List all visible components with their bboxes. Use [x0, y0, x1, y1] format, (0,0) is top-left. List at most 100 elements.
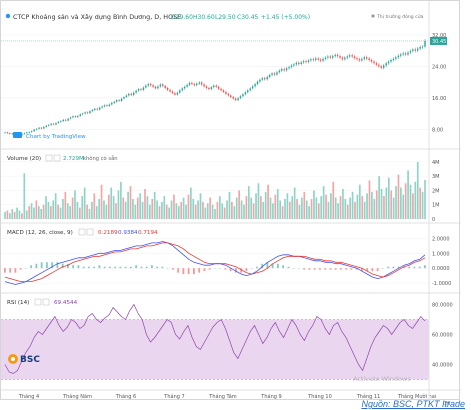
macd-hist-bar [418, 266, 421, 269]
volume-bar [163, 196, 166, 219]
macd-toggle-icon[interactable] [86, 228, 94, 236]
volume-bar [168, 207, 170, 219]
volume-bar [91, 201, 93, 219]
candle-body [120, 98, 123, 101]
candle-body [174, 93, 176, 95]
volume-bar [134, 204, 137, 219]
candle-body [373, 61, 375, 64]
rsi-settings-icon[interactable] [34, 298, 42, 306]
volume-bar [424, 180, 426, 219]
volume-bar [103, 200, 105, 219]
volume-tick-label: 3M [432, 174, 440, 180]
macd-hist-bar [371, 268, 374, 272]
candle-body [30, 131, 33, 133]
price-axis: 32.0024.0016.008.0030.45 [430, 33, 447, 133]
chart-title: CTCP Khoáng sản và Xây dựng Bình Dương, … [13, 13, 181, 21]
candle-body [193, 84, 196, 86]
candle-body [115, 100, 118, 102]
volume-bar [228, 191, 231, 219]
macd-hist-bar [334, 268, 337, 270]
candle-body [125, 95, 128, 98]
volume-bar [322, 186, 325, 219]
candle-body [295, 62, 298, 65]
volume-bar [358, 184, 361, 219]
time-tick-label: Tháng 6 [115, 393, 136, 400]
macd-hist-bar [145, 266, 148, 269]
volume-bar [245, 196, 248, 219]
candle-body [132, 92, 135, 96]
candle-body [96, 108, 98, 110]
candle-body [23, 133, 26, 134]
rsi-tick-label: 40.0000 [432, 363, 453, 369]
volume-bar [257, 183, 260, 219]
candle-body [186, 84, 188, 87]
candle-body [171, 91, 174, 94]
candle-body [210, 87, 213, 90]
candle-body [113, 101, 115, 103]
bsc-logo-inner-icon [11, 357, 15, 361]
volume-bar [122, 197, 125, 219]
candle-body [259, 79, 261, 82]
volume-bar [71, 197, 74, 219]
candle-body [254, 84, 256, 87]
candle-body [327, 56, 329, 58]
volume-bar [86, 204, 88, 219]
volume-settings-icon[interactable] [45, 154, 53, 162]
candle-body [108, 104, 111, 107]
tradingview-logo-icon [13, 132, 22, 138]
volume-bar [218, 196, 221, 219]
volume-toggle-icon[interactable] [53, 154, 61, 162]
macd-hist-bar [277, 263, 279, 269]
volume-tick-label: 4M [432, 160, 440, 166]
volume-bar [409, 184, 412, 219]
candle-body [276, 72, 278, 75]
candle-body [220, 88, 222, 91]
candle-body [419, 47, 421, 49]
macd-hist-bar [109, 266, 111, 269]
volume-tick-label: 0 [432, 217, 435, 223]
candle-body [123, 97, 125, 99]
candle-body [300, 62, 302, 64]
volume-bar [400, 187, 402, 219]
source-link[interactable]: Nguồn: BSC, PTKT Itrade [361, 399, 465, 409]
candle-body [227, 93, 230, 96]
volume-bar [419, 187, 422, 219]
volume-bar [272, 203, 274, 219]
volume-bar [74, 190, 76, 219]
candle-body [6, 132, 9, 134]
candle-body [266, 76, 268, 80]
macd-tick-label: 1.0000 [432, 251, 450, 257]
volume-bar [83, 187, 86, 219]
candle-body [94, 108, 96, 110]
volume-bar [120, 181, 122, 219]
volume-bar [404, 183, 407, 219]
macd-hist-bar [88, 266, 90, 269]
candle-body [336, 54, 339, 57]
macd-hist-bar [156, 266, 159, 269]
candle-body [179, 90, 181, 93]
candle-body [191, 82, 193, 85]
volume-bar [262, 201, 265, 219]
macd-hist-bar [30, 265, 33, 269]
candle-body [397, 55, 400, 58]
volume-bar [190, 187, 192, 219]
macd-hist-bar [287, 266, 290, 269]
volume-bar [238, 190, 240, 219]
macd-hist-bar [408, 266, 411, 269]
macd-hist-bar [392, 266, 395, 269]
volume-bar [407, 170, 409, 219]
volume-bar [332, 181, 335, 219]
candle-body [390, 60, 392, 62]
volume-bar [187, 194, 190, 219]
macd-hist-bar [224, 268, 227, 270]
macd-settings-icon[interactable] [78, 228, 86, 236]
volume-bar [383, 196, 385, 219]
candle-body [128, 93, 130, 96]
candle-body [380, 66, 383, 68]
rsi-toggle-icon[interactable] [42, 298, 50, 306]
candle-body [421, 46, 424, 48]
macd-pane: MACD (12, 26, close, 9) 0.2189 0.9384 0.… [1, 222, 461, 287]
volume-bar [25, 210, 28, 219]
rsi-axis: 80.0000 60.0000 40.0000 [432, 303, 453, 369]
macd-axis: 2.0000 1.0000 0.0000 -1.0000 [432, 236, 451, 287]
